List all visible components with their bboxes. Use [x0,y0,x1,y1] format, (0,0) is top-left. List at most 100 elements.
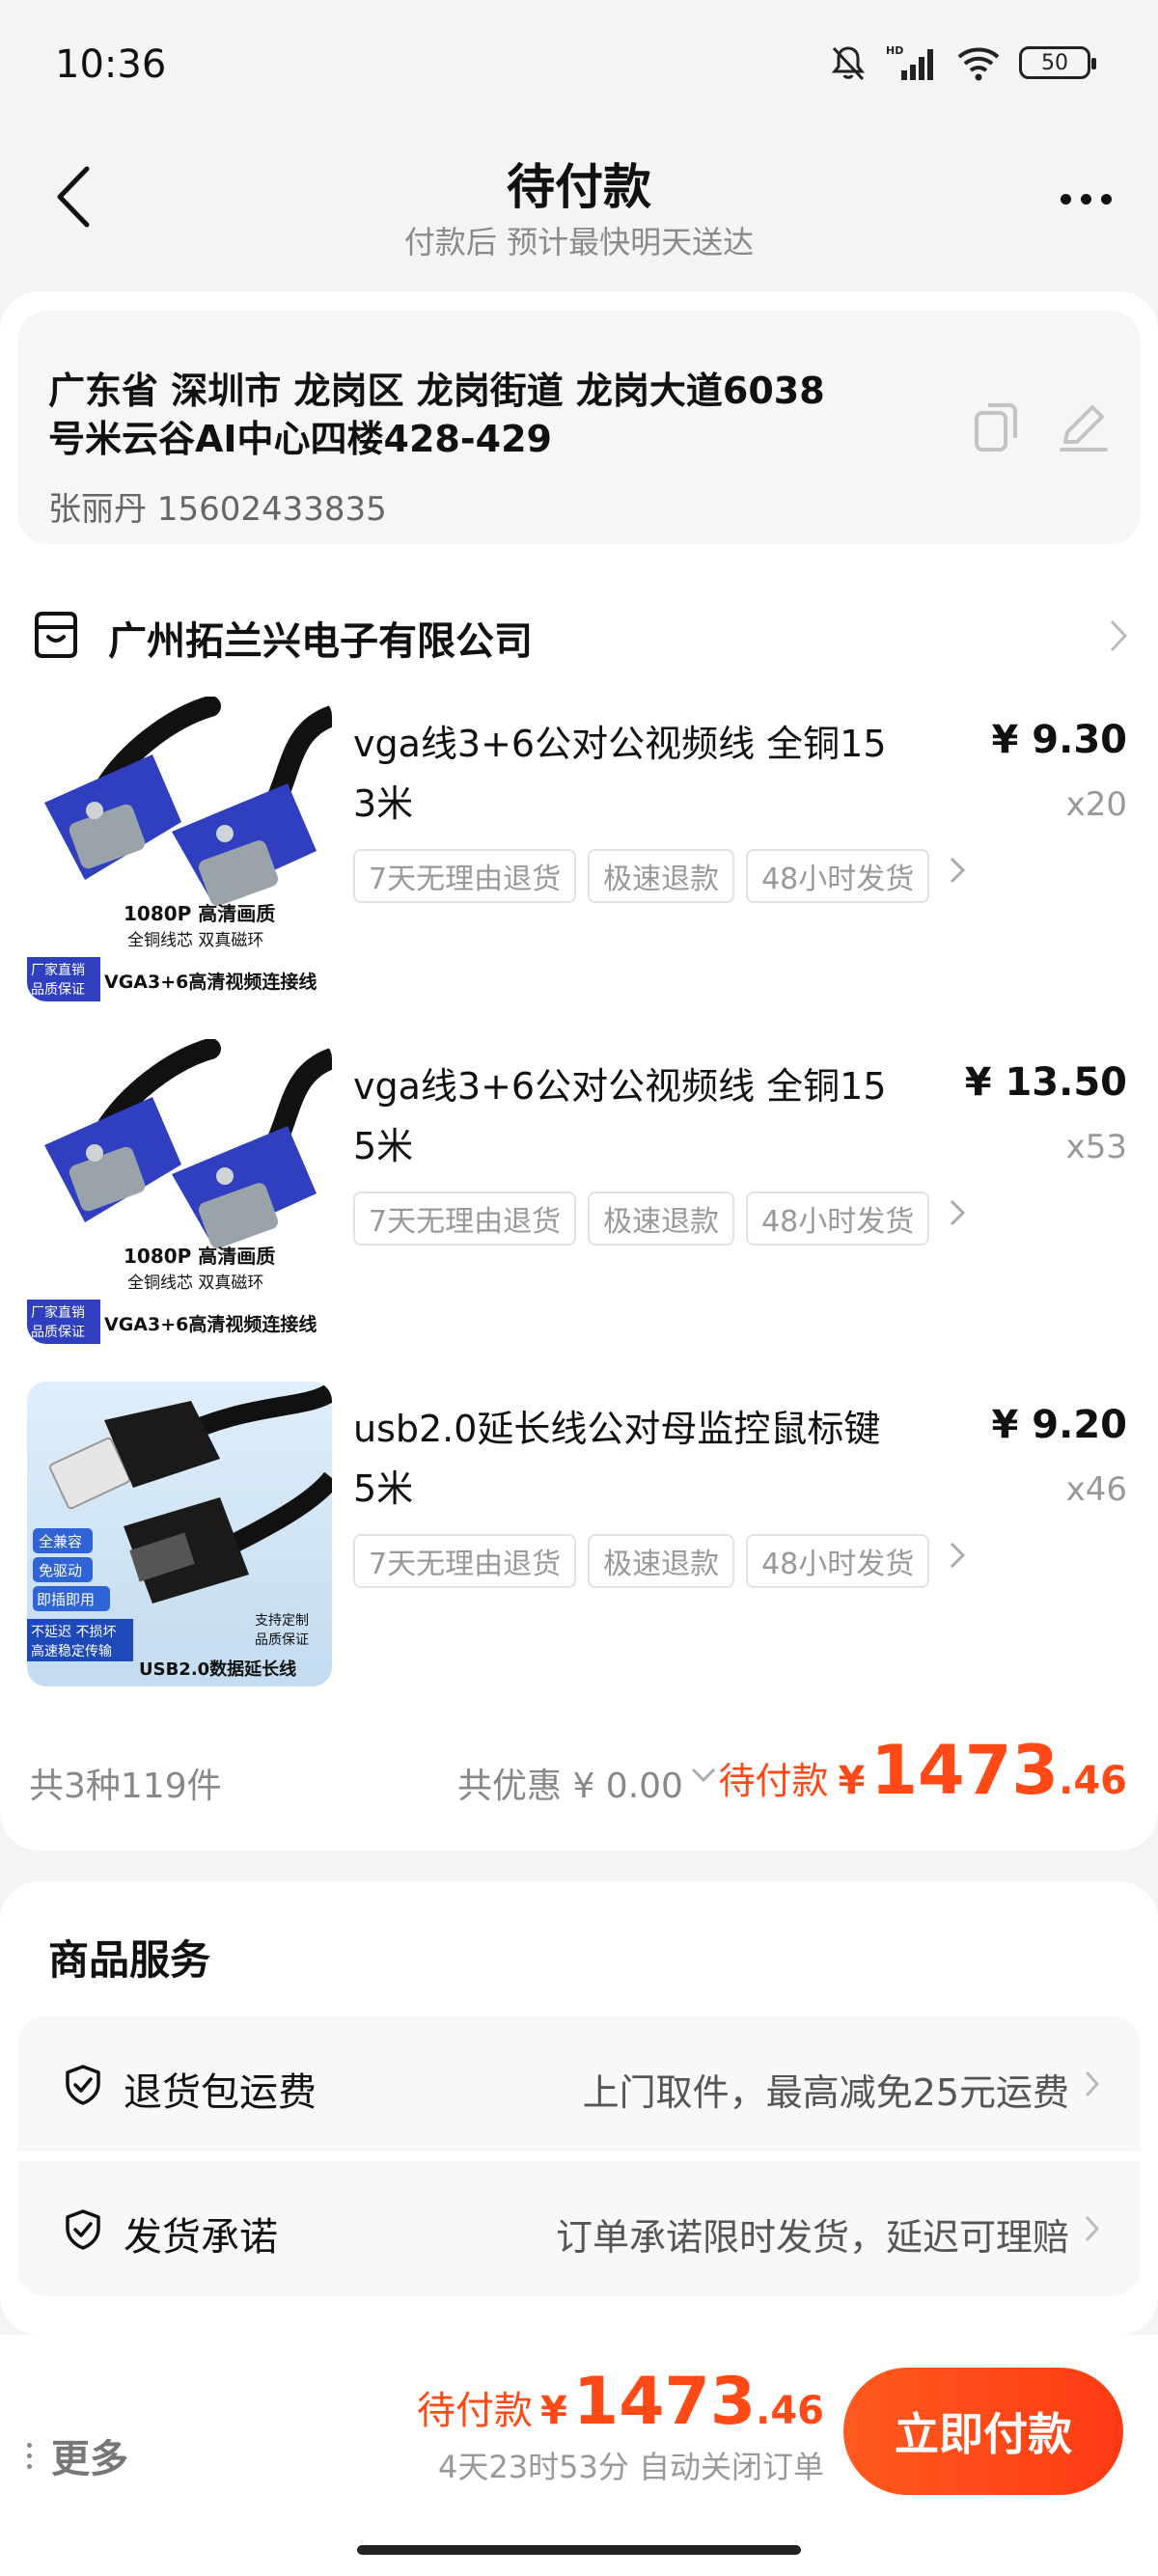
service-title: 商品服务 [48,1936,211,1984]
tag-refund: 极速退款 [588,1192,735,1246]
service-return-shipping[interactable]: 退货包运费 上门取件，最高减免25元运费 [17,2016,1141,2151]
thumb-text: 1080P 高清画质 [124,1245,275,1268]
product-title[interactable]: vga线3+6公对公视频线 全铜15 5米 [353,1056,971,1176]
shield-check-icon [66,2065,100,2105]
thumb-text: 即插即用 [37,1591,95,1608]
currency-symbol: ¥ [540,2389,567,2433]
tag-return: 7天无理由退货 [353,1534,577,1588]
tag-shipping: 48小时发货 [746,1534,930,1588]
product-price: ¥ 13.50 [964,1060,1127,1105]
thumb-text: 品质保证 [31,982,85,998]
address-line-2: 号米云谷AI中心四楼428-429 [48,418,552,460]
thumb-text: USB2.0数据延长线 [139,1658,296,1680]
total-label: 待付款 [417,2389,534,2433]
order-card: 广东省 深圳市 龙岗区 龙岗街道 龙岗大道6038 号米云谷AI中心四楼428-… [0,291,1158,1850]
total-label: 待付款 [718,1760,829,1802]
delivery-estimate: 付款后 预计最快明天送达 [403,224,755,260]
order-summary: 共3种119件 共优惠 ¥ 0.00 待付款 ¥ 1473 .46 [0,1729,1158,1825]
shield-check-icon [66,2209,100,2250]
total-decimal: .46 [756,2389,824,2433]
cellular-signal-icon: HD [886,44,933,80]
currency-symbol: ¥ [838,1759,866,1803]
product-spec: 5米 [353,1467,414,1510]
home-indicator[interactable] [357,2545,801,2555]
wifi-icon [957,47,1000,81]
vertical-dots-icon [27,2442,32,2469]
item-count: 共3种119件 [29,1767,222,1806]
status-bar: 10:36 HD 50 [0,0,1158,135]
product-title[interactable]: usb2.0延长线公对母监控鼠标键 5米 [353,1399,971,1519]
product-spec: 5米 [353,1125,414,1167]
more-options-button[interactable] [1042,170,1129,228]
contact-name-phone: 张丽丹 15602433835 [48,490,387,529]
edit-address-button[interactable] [1054,397,1112,455]
product-thumbnail[interactable]: 1080P 高清画质 全铜线芯 双真磁环 厂家直销 品质保证 VGA3+6高清视… [27,697,332,1001]
more-dot [1100,193,1112,205]
chevron-right-icon [950,857,966,884]
copy-icon [975,403,1017,452]
product-quantity: x20 [1065,785,1127,824]
order-pending-payment-page: 10:36 HD 50 待付款 付款后 预计最快明天送达 广东省 深圳市 龙岗区… [0,0,1158,2576]
tag-shipping: 48小时发货 [746,849,930,903]
total-integer: 1473 [870,1731,1060,1810]
service-delivery-promise[interactable]: 发货承诺 订单承诺限时发货，延迟可理赔 [17,2161,1141,2296]
service-card: 商品服务 退货包运费 上门取件，最高减免25元运费 发货承诺 订单承诺限时发货，… [0,1881,1158,2335]
product-quantity: x46 [1065,1470,1127,1509]
service-tags[interactable]: 7天无理由退货 极速退款 48小时发货 [353,1192,980,1246]
product-item[interactable]: 1080P 高清画质 全铜线芯 双真磁环 厂家直销 品质保证 VGA3+6高清视… [0,1039,1158,1357]
tag-shipping: 48小时发货 [746,1192,930,1246]
chevron-down-icon[interactable] [689,1766,718,1785]
thumb-text: 支持定制 [255,1613,309,1629]
more-label: 更多 [51,2437,128,2481]
thumb-text: 1080P 高清画质 [124,902,275,925]
pay-now-button[interactable]: 立即付款 [843,2368,1123,2495]
page-title: 待付款 [507,159,651,215]
auto-close-countdown: 4天23时53分 自动关闭订单 [438,2449,824,2485]
shop-name: 广州拓兰兴电子有限公司 [108,619,533,664]
product-item[interactable]: 1080P 高清画质 全铜线芯 双真磁环 厂家直销 品质保证 VGA3+6高清视… [0,697,1158,1015]
chevron-right-icon [1104,612,1133,660]
thumb-text: 高速稳定传输 [31,1643,112,1659]
tag-refund: 极速退款 [588,1534,735,1588]
copy-address-button[interactable] [971,397,1025,455]
shop-icon [29,608,83,662]
product-title[interactable]: vga线3+6公对公视频线 全铜15 3米 [353,714,971,834]
battery-icon: 50 [1019,46,1096,79]
more-dots-icon [1060,193,1071,205]
thumb-text: 免驱动 [39,1562,82,1579]
product-title-line: usb2.0延长线公对母监控鼠标键 [353,1408,881,1450]
total-integer: 1473 [572,2364,757,2440]
product-quantity: x53 [1065,1128,1127,1166]
discount-toggle[interactable]: 共优惠 ¥ 0.00 [457,1758,683,1808]
product-thumbnail[interactable]: 全兼容 免驱动 即插即用 不延迟 不损坏 高速稳定传输 支持定制 品质保证 US… [27,1382,332,1686]
product-price: ¥ 9.30 [991,718,1127,762]
thumb-text: 不延迟 不损坏 [31,1625,116,1640]
payable-total: 待付款 ¥ 1473 .46 [417,2364,824,2440]
product-title-line: vga线3+6公对公视频线 全铜15 [353,723,887,765]
thumb-text: 厂家直销 [31,1304,85,1321]
tag-refund: 极速退款 [588,849,735,903]
product-spec: 3米 [353,782,414,825]
more-actions-button[interactable]: 更多 [27,2427,128,2483]
product-item[interactable]: 全兼容 免驱动 即插即用 不延迟 不损坏 高速稳定传输 支持定制 品质保证 US… [0,1382,1158,1700]
chevron-right-icon [1085,2215,1100,2242]
product-price: ¥ 9.20 [991,1403,1127,1447]
order-total: 待付款 ¥ 1473 .46 [718,1731,1127,1810]
thumb-text: VGA3+6高清视频连接线 [104,1313,317,1335]
chevron-right-icon [950,1542,966,1569]
thumb-text: 全铜线芯 双真磁环 [127,1274,263,1293]
service-tags[interactable]: 7天无理由退货 极速退款 48小时发货 [353,849,980,903]
header: 待付款 付款后 预计最快明天送达 [0,135,1158,280]
address-box[interactable]: 广东省 深圳市 龙岗区 龙岗街道 龙岗大道6038 号米云谷AI中心四楼428-… [17,311,1141,544]
product-thumbnail[interactable]: 1080P 高清画质 全铜线芯 双真磁环 厂家直销 品质保证 VGA3+6高清视… [27,1039,332,1344]
thumb-text: 品质保证 [31,1325,85,1340]
chevron-right-icon [950,1199,966,1226]
svg-text:HD: HD [886,44,903,57]
shop-row[interactable]: 广州拓兰兴电子有限公司 [0,581,1158,697]
service-value: 上门取件，最高减免25元运费 [582,2071,1069,2114]
chevron-right-icon [1085,2070,1100,2097]
service-tags[interactable]: 7天无理由退货 极速退款 48小时发货 [353,1534,980,1588]
thumb-text: 全兼容 [39,1533,82,1550]
tag-return: 7天无理由退货 [353,849,577,903]
thumb-text: VGA3+6高清视频连接线 [104,971,317,993]
